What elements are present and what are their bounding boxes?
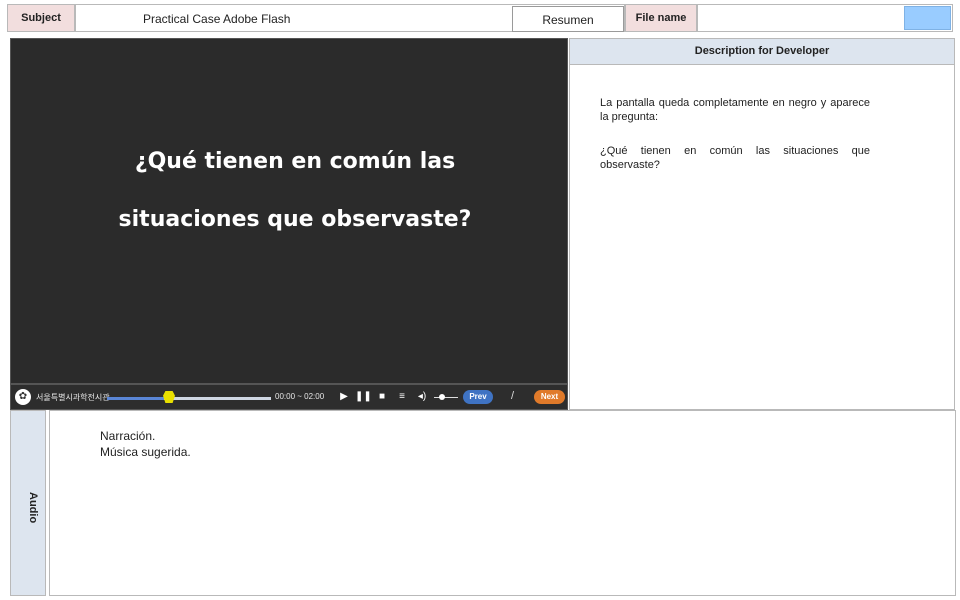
logo-icon: ✿	[15, 389, 31, 405]
logo-text: 서울특별시과학전시관	[36, 393, 110, 402]
player-controls: ✿ 서울특별시과학전시관 00:00 ~ 02:00 ▶ ❚❚ ■ ≡ ◂) P…	[10, 384, 568, 410]
description-panel: La pantalla queda completamente en negro…	[569, 64, 955, 410]
pause-icon[interactable]: ❚❚	[355, 390, 372, 404]
resumen-button[interactable]: Resumen	[512, 6, 624, 32]
progress-thumb-icon[interactable]	[163, 391, 175, 403]
volume-track[interactable]	[434, 397, 458, 398]
description-paragraph-2: ¿Qué tienen en común las situaciones que…	[600, 145, 870, 171]
menu-icon[interactable]: ≡	[395, 390, 409, 404]
audio-tab: Audio	[10, 410, 46, 596]
audio-label: Audio	[27, 492, 39, 524]
time-display: 00:00 ~ 02:00	[275, 392, 325, 401]
progress-fill	[107, 397, 165, 400]
prev-button[interactable]: Prev	[463, 390, 493, 404]
file-name-label: File name	[625, 4, 697, 32]
progress-track[interactable]	[107, 397, 271, 400]
question-line-2: situaciones que observaste?	[118, 207, 472, 232]
video-screen: ¿Qué tienen en común las situaciones que…	[10, 38, 568, 384]
next-button[interactable]: Next	[534, 390, 565, 404]
audio-line-2: Música sugerida.	[100, 445, 191, 459]
subject-value: Practical Case Adobe Flash	[143, 12, 291, 26]
subject-label: Subject	[7, 4, 75, 32]
nav-separator: /	[511, 390, 515, 402]
stop-icon[interactable]: ■	[375, 390, 389, 404]
color-swatch	[904, 6, 951, 30]
audio-panel: Narración. Música sugerida.	[49, 410, 956, 596]
audio-line-1: Narración.	[100, 429, 156, 443]
description-header: Description for Developer	[569, 38, 955, 65]
volume-icon[interactable]: ◂)	[415, 390, 429, 404]
play-icon[interactable]: ▶	[337, 390, 351, 404]
volume-knob[interactable]	[439, 394, 445, 400]
description-paragraph-1: La pantalla queda completamente en negro…	[600, 97, 870, 123]
question-line-1: ¿Qué tienen en común las	[134, 149, 456, 174]
